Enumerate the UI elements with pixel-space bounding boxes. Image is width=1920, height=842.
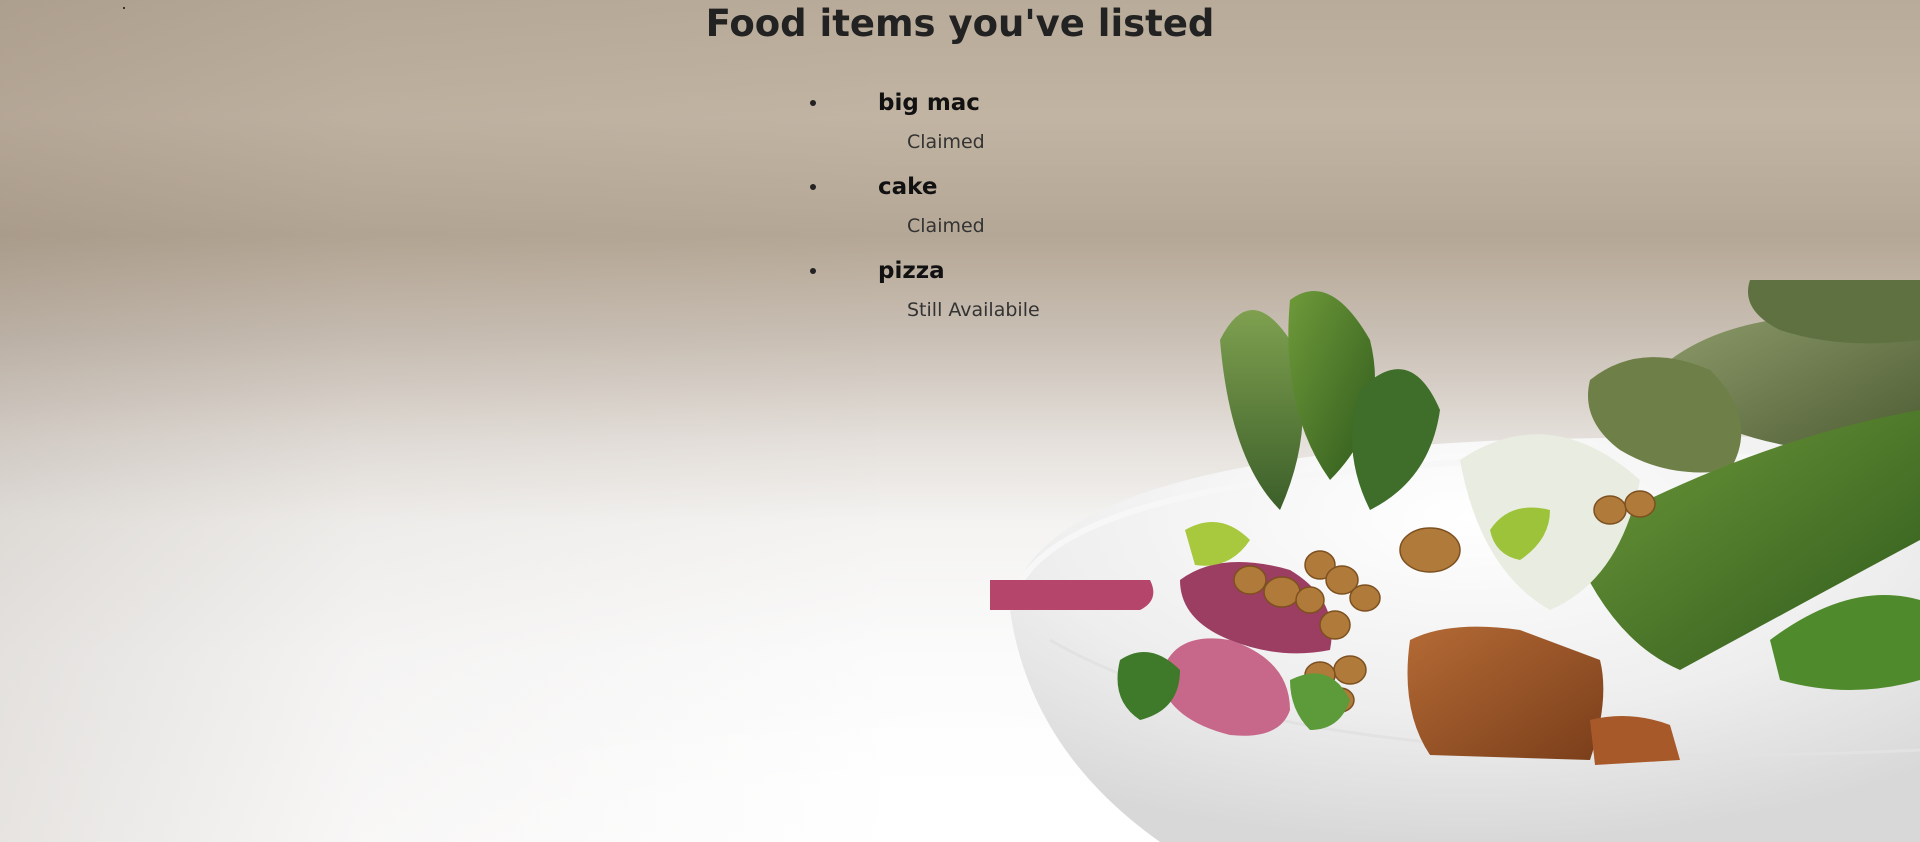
bullet-icon bbox=[810, 184, 816, 190]
salad-bowl-photo bbox=[990, 280, 1920, 842]
bullet-icon bbox=[810, 268, 816, 274]
background-shade bbox=[0, 0, 900, 842]
food-item-status: Claimed bbox=[907, 215, 985, 237]
food-item-status: Still Availabile bbox=[907, 299, 1040, 321]
page-title: Food items you've listed bbox=[705, 2, 1215, 45]
food-item-name: pizza bbox=[878, 258, 945, 284]
food-item-name: cake bbox=[878, 174, 938, 200]
food-item-status: Claimed bbox=[907, 131, 985, 153]
page: Food items you've listed big mac Claimed… bbox=[0, 0, 1920, 842]
food-item-name: big mac bbox=[878, 90, 980, 116]
bullet-icon bbox=[810, 100, 816, 106]
